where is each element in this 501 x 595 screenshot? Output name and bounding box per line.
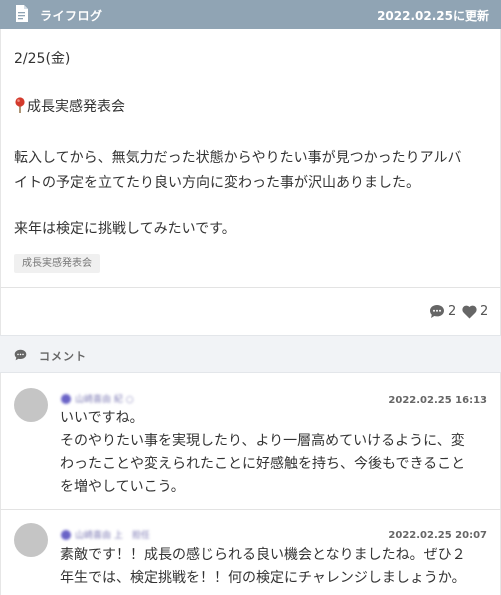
post-heading: 成長実感発表会: [14, 96, 125, 116]
post-stats: 2 2: [0, 287, 501, 335]
heart-icon: [462, 305, 477, 318]
comment-text-line: わったことや変えられたことに好感触を持ち、今後もできること: [60, 456, 466, 472]
post-tag[interactable]: 成長実感発表会: [14, 254, 100, 273]
author-name: 山崎喜由 紀 ○: [75, 395, 134, 405]
comment-count-button[interactable]: 2: [429, 304, 456, 319]
comments-label: コメント: [39, 350, 87, 363]
comment-count: 2: [448, 304, 457, 319]
comment-text-line: 素敵です！！成長の感じられる良い機会となりましたね。ぜひ２: [60, 547, 466, 563]
document-icon: [16, 5, 28, 22]
post-date: 2/25(金): [14, 51, 71, 67]
author-badge-icon: [61, 393, 71, 404]
comment-text-line: を増やしていこう。: [60, 479, 185, 495]
comment-item: 山崎喜由 紀 ○ 2022.02.25 16:13 いいですね。 そのやりたい事…: [0, 373, 501, 510]
comment-text-line: いいですね。: [60, 410, 144, 426]
author-badge-icon: [61, 529, 71, 540]
comment-item: 山崎喜由 上 担任 2022.02.25 20:07 素敵です！！成長の感じられ…: [0, 510, 501, 595]
comment-time: 2022.02.25 20:07: [388, 530, 487, 541]
comment-author[interactable]: 山崎喜由 紀 ○: [61, 392, 134, 405]
post-body-line: イトの予定を立てたり良い方向に変わった事が沢山ありました。: [14, 175, 420, 191]
avatar[interactable]: [14, 523, 48, 557]
post-body-line: 転入してから、無気力だった状態からやりたい事が見つかったりアルバ: [14, 150, 462, 166]
comment-text-line: そのやりたい事を実現したり、より一層高めていけるように、変: [60, 433, 465, 449]
like-count: 2: [480, 304, 489, 319]
comment-author[interactable]: 山崎喜由 上 担任: [61, 528, 150, 541]
comment-icon: [14, 349, 27, 361]
author-name: 山崎喜由 上 担任: [75, 531, 150, 541]
updated-date: 2022.02.25に更新: [377, 9, 489, 23]
avatar[interactable]: [14, 388, 48, 422]
comments-header: コメント: [0, 335, 501, 373]
pin-icon: [15, 97, 25, 113]
comment-time: 2022.02.25 16:13: [388, 395, 487, 406]
header-title: ライフログ: [40, 9, 103, 23]
post-heading-text: 成長実感発表会: [27, 99, 125, 115]
post-body: 2/25(金) 成長実感発表会 転入してから、無気力だった状態からやりたい事が見…: [0, 29, 501, 287]
comment-text-line: 年生では、検定挑戦を！！何の検定にチャレンジしましょうか。: [60, 570, 466, 586]
comment-bubble-icon: [430, 305, 444, 318]
lifelog-header: ライフログ 2022.02.25に更新: [0, 0, 501, 29]
post-body-line: 来年は検定に挑戦してみたいです。: [14, 221, 236, 237]
like-button[interactable]: 2: [462, 304, 488, 319]
